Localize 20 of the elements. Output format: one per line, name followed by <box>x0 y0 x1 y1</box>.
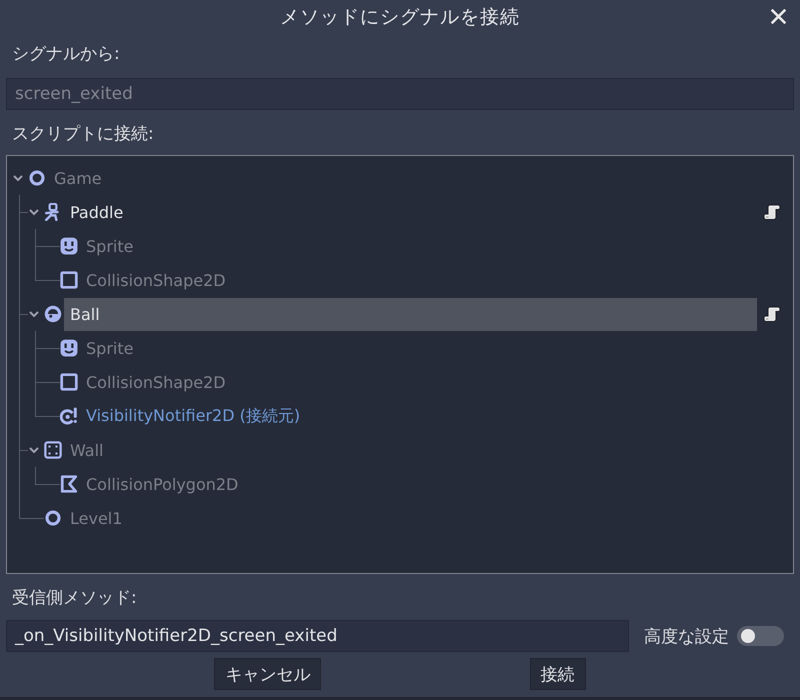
advanced-settings-toggle[interactable] <box>737 626 784 646</box>
square-outline-icon <box>60 373 78 391</box>
close-icon[interactable] <box>771 9 786 24</box>
smiley-face-icon <box>60 237 78 255</box>
smiley-face-icon <box>60 339 78 357</box>
ball-icon <box>44 305 62 323</box>
dot-exclamation-icon <box>60 407 78 425</box>
ring-icon <box>44 509 62 527</box>
corner-frame-icon <box>44 441 62 459</box>
tree-label: スクリプトに接続: <box>11 123 154 146</box>
advanced-settings-label: 高度な設定 <box>644 626 729 648</box>
ring-icon <box>28 169 46 187</box>
method-name-field[interactable]: _on_VisibilityNotifier2D_screen_exited <box>6 620 629 652</box>
dialog-title: メソッドにシグナルを接続 <box>280 5 520 30</box>
cancel-button[interactable]: キャンセル <box>214 658 322 690</box>
method-label: 受信側メソッド: <box>11 587 137 610</box>
connect-button[interactable]: 接続 <box>530 658 586 690</box>
polygon-outline-icon <box>60 475 78 493</box>
signal-label: シグナルから: <box>11 43 120 66</box>
square-outline-icon <box>60 271 78 289</box>
